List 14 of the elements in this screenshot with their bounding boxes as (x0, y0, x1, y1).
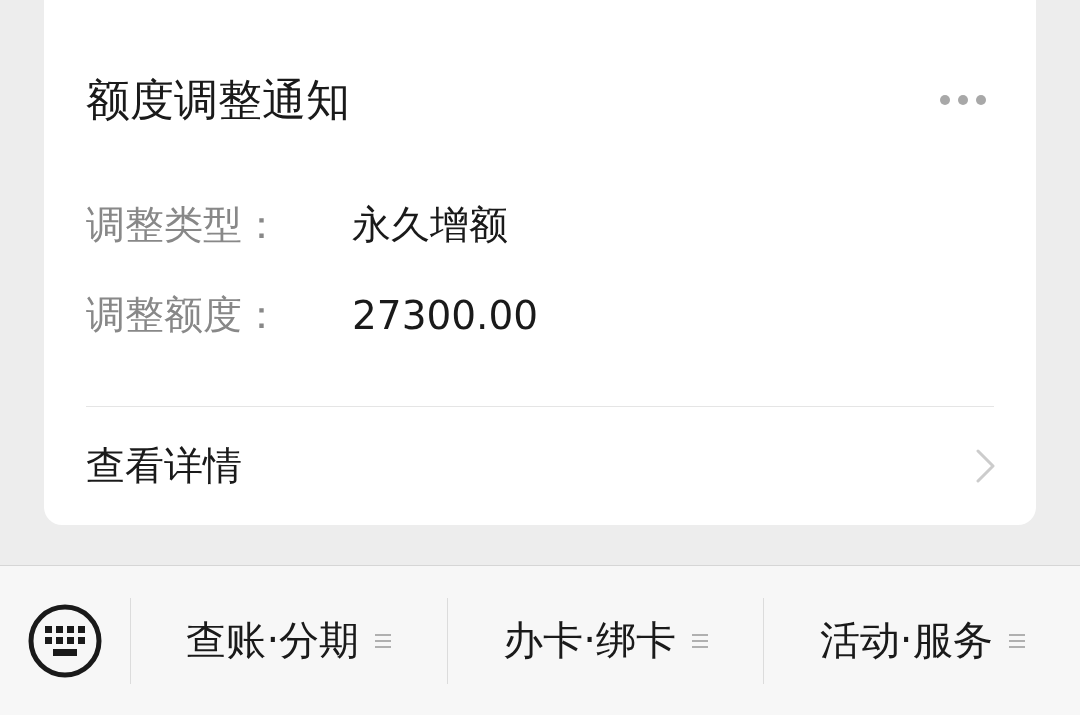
field-label: 调整额度： (86, 291, 282, 339)
menu-icon (375, 632, 392, 649)
menu-item[interactable]: 查账·分期 (186, 613, 392, 668)
keyboard-icon[interactable] (28, 603, 102, 678)
details-link[interactable]: 查看详情 (86, 407, 994, 525)
menu-icon (691, 632, 708, 649)
field-label: 调整类型： (86, 201, 282, 249)
chevron-icon (976, 449, 996, 483)
field-value: 27300.00 (352, 292, 539, 338)
menu-item[interactable]: 活动·服务 (819, 613, 1025, 668)
menu-item[interactable]: 办卡·绑卡 (503, 613, 708, 668)
field-value: 永久增额 (352, 201, 508, 249)
menu-icon (1008, 632, 1025, 649)
card-title: 额度调整通知 (86, 73, 350, 127)
